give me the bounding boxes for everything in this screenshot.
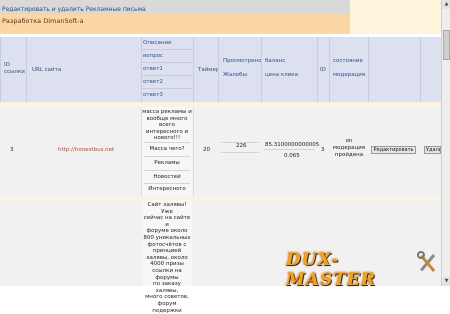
dux-master-logo: DUX-MASTER	[286, 250, 377, 290]
section-title: Разработка DimanSoft-a	[2, 17, 84, 25]
table-header	[0, 37, 441, 102]
row-balance: 85.3100000000005	[265, 142, 320, 148]
section-banner-right	[350, 0, 441, 34]
header-price: цена клика	[265, 72, 298, 78]
scroll-thumb[interactable]	[443, 30, 450, 60]
header-id: ID	[320, 67, 326, 73]
header-url: URL сайта	[32, 67, 62, 73]
row-answer-1: Рекламы	[154, 160, 180, 166]
edit-button[interactable]: Редактировать	[371, 146, 416, 154]
header-timer: Таймер	[198, 67, 220, 73]
row-description: масса рекламы и вообще много всего интер…	[142, 109, 192, 141]
row-price: 0.065	[284, 153, 300, 159]
scroll-up-icon[interactable]: ▲	[442, 0, 450, 9]
header-complaints: Жалобы	[223, 72, 247, 78]
header-question-group: Описание вопрос ответ1 ответ2 ответ3	[143, 40, 172, 98]
header-id-link: ID ссылки	[4, 62, 25, 75]
header-viewed: Просмотрено	[223, 58, 262, 64]
row-state: on модерация пройдена	[332, 138, 366, 158]
row-answer-2: Новостей	[153, 174, 181, 180]
header-state: состояние	[333, 58, 363, 64]
row-answer-3: Интересного	[148, 186, 186, 192]
scroll-down-icon[interactable]: ▼	[442, 277, 450, 286]
row-description: Сайт халявы! Уже сейчас на сайте и форум…	[143, 202, 191, 314]
page-title: Редактировать и удалить Рекламные письма	[2, 6, 146, 13]
row-id: 3	[321, 147, 325, 153]
row-viewed: 226	[236, 143, 247, 149]
header-balance: баланс	[265, 58, 286, 64]
vertical-scrollbar[interactable]: ▲ ▼	[441, 0, 450, 286]
header-moderation: модерация	[333, 72, 366, 78]
section-banner: Разработка DimanSoft-a	[0, 14, 350, 34]
row-link-id: 3	[10, 147, 14, 153]
row-url-link[interactable]: http://honestbus.net	[58, 147, 114, 153]
delete-button[interactable]: Удалить	[424, 146, 441, 154]
row-question: Масса чего?	[149, 146, 185, 152]
row-timer: 20	[203, 147, 210, 153]
tools-icon	[417, 251, 436, 272]
